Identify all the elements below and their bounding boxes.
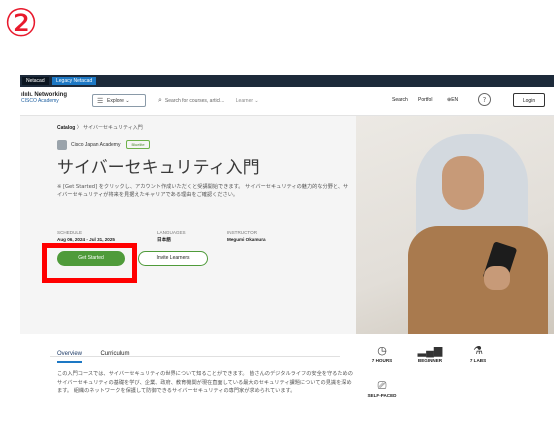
breadcrumb-current: サイバーセキュリティ入門 [83, 125, 143, 131]
search-input[interactable]: ⌕ Search for courses, articl... Learner ⌄ [158, 94, 268, 107]
provider: Cisco Japan Academy Bluelite [57, 140, 150, 150]
tab-netacad[interactable]: Netacad [22, 77, 49, 85]
provider-name[interactable]: Cisco Japan Academy [71, 142, 120, 148]
top-tab-bar: Netacad Legacy Netacad [20, 75, 554, 87]
search-link[interactable]: Search [392, 96, 408, 105]
breadcrumb-catalog[interactable]: Catalog [57, 125, 75, 131]
explore-label: Explore [107, 98, 124, 104]
language-meta: LANGUAGES 日本語 [157, 230, 186, 242]
fact-pace: ⎚ SELF-PACED [358, 379, 406, 399]
tab-curriculum[interactable]: Curriculum [100, 349, 129, 361]
fact-hours: ◷ 7 HOURS [358, 344, 406, 364]
login-button[interactable]: Login [513, 93, 545, 107]
instructor-meta: INSTRUCTOR Megumi Okamura [227, 230, 266, 242]
fact-level: ▂▄▆ BEGINNER [406, 344, 454, 364]
hero-photo [356, 116, 554, 334]
portfolio-link[interactable]: Portfol [418, 96, 432, 105]
institution-icon [57, 140, 67, 150]
help-icon[interactable]: ? [478, 93, 491, 106]
header-nav: ılıılı. Networking CISCO Academy ☰ Explo… [20, 87, 554, 116]
search-placeholder: Search for courses, articl... [164, 98, 225, 104]
explore-button[interactable]: ☰ Explore ⌄ [92, 94, 146, 107]
learner-dropdown[interactable]: Learner ⌄ [236, 98, 259, 104]
fact-labs: ⚗ 7 LABS [454, 344, 502, 364]
course-tabs: Overview Curriculum [57, 342, 143, 363]
flask-icon: ⚗ [473, 345, 483, 357]
invite-learners-button[interactable]: Invite Learners [138, 251, 208, 266]
logo-line2: CISCO Academy [21, 98, 59, 104]
breadcrumb: Catalog 〉 サイバーセキュリティ入門 [57, 125, 143, 131]
clock-icon: ◷ [377, 345, 387, 357]
schedule-meta: SCHEDULE Aug 06, 2024 - Jul 31, 2025 [57, 230, 115, 242]
tab-divider [50, 356, 340, 357]
bars-icon: ▂▄▆ [417, 345, 443, 357]
language-selector[interactable]: ⊕EN [447, 96, 458, 105]
menu-icon: ☰ [97, 98, 104, 105]
screenshot-frame: Netacad Legacy Netacad ılıılı. Networkin… [20, 75, 554, 429]
provider-badge: Bluelite [126, 140, 150, 150]
cisco-logo[interactable]: ılıılı. Networking CISCO Academy [21, 92, 81, 104]
search-icon: ⌕ [158, 97, 162, 104]
self-paced-icon: ⎚ [377, 380, 387, 392]
course-description: ※ [Get Started] をクリックし、アカウント作成いただくと受講開始で… [57, 184, 349, 198]
course-title: サイバーセキュリティ入門 [57, 158, 260, 178]
overview-text: この入門コースでは、サイバーセキュリティの世界について知ることができます。 皆さ… [57, 371, 353, 394]
step-marker: ② [4, 1, 39, 45]
tab-legacy-netacad[interactable]: Legacy Netacad [52, 77, 97, 85]
highlight-box [42, 243, 137, 283]
course-hero: Catalog 〉 サイバーセキュリティ入門 Cisco Japan Acade… [20, 116, 554, 334]
course-facts: ◷ 7 HOURS ▂▄▆ BEGINNER ⚗ 7 LABS ⎚ SELF-P… [358, 334, 554, 429]
